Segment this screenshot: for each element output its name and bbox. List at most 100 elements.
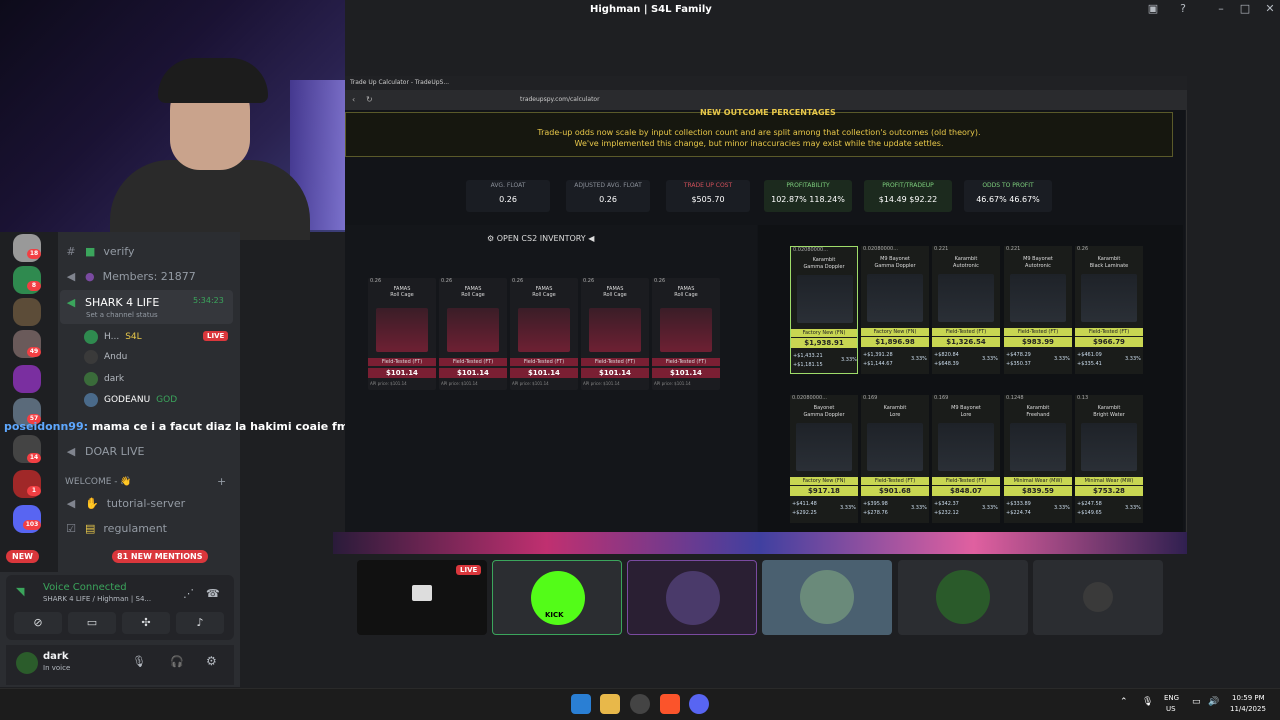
participant-tile[interactable]: KICK — [492, 560, 622, 635]
voice-user[interactable]: dark — [84, 370, 124, 388]
brave-icon[interactable] — [660, 694, 680, 714]
url-input[interactable]: tradeupspy.com/calculator — [520, 96, 600, 103]
voice-connected-title[interactable]: Voice Connected — [43, 582, 127, 593]
outcome-skin-card[interactable]: 0.13 Karambit Bright Water Minimal Wear (M… — [1075, 395, 1143, 523]
participant-tile[interactable] — [898, 560, 1028, 635]
outcome-skin-card[interactable]: 0.169 M9 Bayonet Lore Field-Tested (FT) $84… — [932, 395, 1000, 523]
voice-user[interactable]: Andu — [84, 348, 127, 366]
help-icon[interactable]: ? — [1173, 2, 1193, 20]
server-icon[interactable] — [13, 298, 41, 326]
maximize-button[interactable]: □ — [1235, 2, 1255, 20]
button-label: OPEN CS2 INVENTORY — [496, 234, 586, 243]
chevron-up-icon[interactable]: ⌃ — [1120, 697, 1128, 707]
channel-shark4life[interactable]: ◀ SHARK 4 LIFE — [65, 292, 160, 312]
input-skin-card[interactable]: 0.26 FAMAS Roll Cage Field-Tested (FT) $101… — [439, 278, 507, 390]
stat-label: PROFITABILITY — [786, 182, 830, 189]
network-icon[interactable]: ▭ — [1192, 697, 1201, 707]
server-icon[interactable] — [13, 365, 41, 393]
back-icon[interactable]: ‹ — [352, 95, 355, 104]
profit-1: +$411.48 — [792, 501, 817, 507]
outcome-skin-card[interactable]: 0.02080000... Bayonet Gamma Doppler Factor… — [790, 395, 858, 523]
open-inventory-button[interactable]: ⚙ OPEN CS2 INVENTORY ◀ — [487, 234, 594, 243]
outcome-skin-card[interactable]: 0.02080000... M9 Bayonet Gamma Doppler Fac… — [861, 246, 929, 374]
avatar[interactable] — [16, 652, 38, 674]
profit-1: +$395.98 — [863, 501, 888, 507]
screen-icon[interactable]: ▣ — [1143, 2, 1163, 20]
noise-suppression-icon[interactable]: ⋰ — [183, 587, 194, 600]
skin-price: $101.14 — [439, 368, 507, 378]
channel-label: DOAR LIVE — [85, 444, 145, 458]
headphones-icon[interactable]: 🎧 — [170, 655, 184, 668]
reload-icon[interactable]: ↻ — [366, 95, 373, 104]
windows-start-icon[interactable] — [571, 694, 591, 714]
voice-user-name: dark — [104, 374, 125, 384]
mic-icon[interactable]: 🎙 — [132, 655, 146, 668]
volume-icon[interactable]: 🔊 — [1208, 697, 1219, 707]
new-mentions-button[interactable]: 81 NEW MENTIONS — [112, 550, 208, 563]
float-value: 0.169 — [934, 395, 949, 401]
language-indicator[interactable]: ENG — [1164, 694, 1179, 702]
channel-verify[interactable]: # ■ verify — [65, 241, 134, 261]
avatar — [800, 570, 854, 624]
mic-tray-icon[interactable]: 🎙 — [1142, 697, 1153, 707]
disconnect-icon[interactable]: ☎ — [206, 587, 220, 600]
category-welcome[interactable]: WELCOME - 👋 — [65, 472, 132, 492]
outcome-skin-card[interactable]: 0.02080000... Karambit Gamma Doppler Facto… — [790, 246, 858, 374]
stat-value: 46.67% 46.67% — [976, 195, 1040, 204]
input-skin-card[interactable]: 0.26 FAMAS Roll Cage Field-Tested (FT) $101… — [368, 278, 436, 390]
skin-price: $839.59 — [1004, 486, 1072, 496]
skin-name: M9 Bayonet Lore — [951, 405, 981, 418]
gear-icon[interactable]: ⚙ — [206, 654, 217, 668]
float-value: 0.26 — [583, 278, 595, 284]
channel-members[interactable]: ◀ ● Members: 21877 — [65, 266, 196, 286]
screen-share-button[interactable]: ▭ — [68, 612, 116, 634]
clock-time[interactable]: 10:59 PM — [1232, 694, 1265, 702]
participant-tile[interactable] — [1033, 560, 1163, 635]
camera-off-button[interactable]: ⊘ — [14, 612, 62, 634]
channel-regulament[interactable]: ☑ ▤ regulament — [65, 518, 167, 538]
outcome-skin-card[interactable]: 0.221 M9 Bayonet Autotronic Field-Tested (… — [1004, 246, 1072, 374]
voice-user[interactable]: GODEANU GOD — [84, 391, 177, 409]
channel-doar-live[interactable]: ◀ DOAR LIVE — [65, 441, 145, 461]
skin-name: FAMAS Roll Cage — [674, 286, 698, 298]
minimize-button[interactable]: – — [1211, 2, 1231, 20]
input-skin-card[interactable]: 0.26 FAMAS Roll Cage Field-Tested (FT) $101… — [581, 278, 649, 390]
outcome-skin-card[interactable]: 0.221 Karambit Autotronic Field-Tested (FT… — [932, 246, 1000, 374]
input-skin-card[interactable]: 0.26 FAMAS Roll Cage Field-Tested (FT) $101… — [652, 278, 720, 390]
skin-wear: Field-Tested (FT) — [581, 358, 649, 366]
discord-icon[interactable] — [689, 694, 709, 714]
voice-connected-subtitle[interactable]: SHARK 4 LIFE / Highman | S4... — [43, 595, 151, 603]
participant-tile[interactable] — [762, 560, 892, 635]
obs-icon[interactable] — [630, 694, 650, 714]
skin-wear: Field-Tested (FT) — [439, 358, 507, 366]
profit-2: +$1,144.67 — [863, 361, 893, 367]
clock-date[interactable]: 11/4/2025 — [1230, 705, 1266, 713]
region-indicator[interactable]: US — [1166, 705, 1176, 713]
close-button[interactable]: ✕ — [1260, 2, 1280, 20]
browser-tab[interactable]: Trade Up Calculator - TradeUpS... — [350, 79, 449, 86]
knife-image — [867, 274, 923, 322]
stat-value: 0.26 — [599, 195, 617, 204]
outcome-percent: 3.33% — [982, 505, 998, 511]
profit-1: +$247.58 — [1077, 501, 1102, 507]
username[interactable]: dark — [43, 651, 69, 662]
skin-name: FAMAS Roll Cage — [603, 286, 627, 298]
signal-icon: ◥ — [16, 585, 25, 598]
channel-tutorial[interactable]: ◀ ✋ tutorial-server — [65, 493, 185, 513]
outcome-skin-card[interactable]: 0.1248 Karambit Freehand Minimal Wear (MW)… — [1004, 395, 1072, 523]
stat-adj-float: ADJUSTED AVG. FLOAT 0.26 — [566, 180, 650, 212]
add-channel-icon[interactable]: + — [217, 475, 226, 488]
outcome-skin-card[interactable]: 0.169 Karambit Lore Field-Tested (FT) $901.… — [861, 395, 929, 523]
new-badge[interactable]: NEW — [6, 550, 39, 563]
activities-button[interactable]: ✣ — [122, 612, 170, 634]
chat-overlay-message: poseidonn99: mama ce i a facut diaz la h… — [4, 420, 360, 433]
participant-tile[interactable] — [627, 560, 757, 635]
skin-price: $917.18 — [790, 486, 858, 496]
file-explorer-icon[interactable] — [600, 694, 620, 714]
input-skin-card[interactable]: 0.26 FAMAS Roll Cage Field-Tested (FT) $101… — [510, 278, 578, 390]
soundboard-button[interactable]: ♪ — [176, 612, 224, 634]
outcome-skin-card[interactable]: 0.26 Karambit Black Laminate Field-Tested … — [1075, 246, 1143, 374]
channel-status[interactable]: Set a channel status — [86, 311, 158, 319]
knife-image — [1010, 274, 1066, 322]
voice-user[interactable]: H... S4L — [84, 328, 142, 346]
